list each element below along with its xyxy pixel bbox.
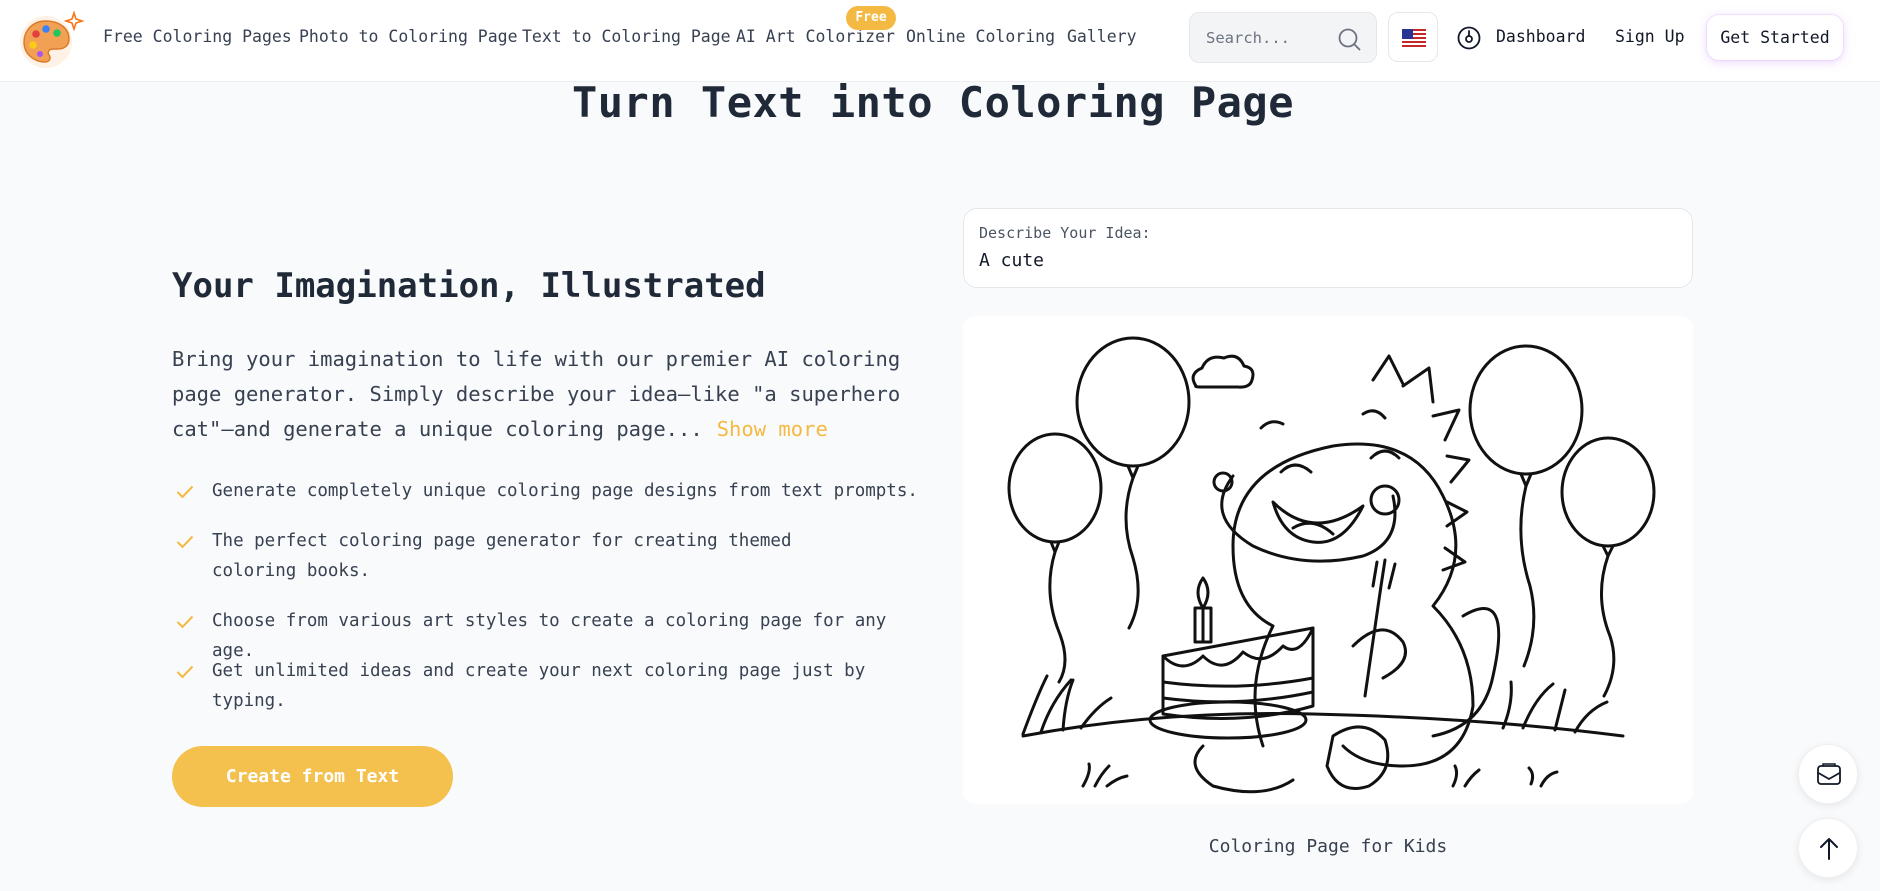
- dinosaur-coloring-illustration: [963, 316, 1693, 804]
- page-title: Turn Text into Coloring Page: [571, 78, 1294, 127]
- mail-icon: [1817, 763, 1841, 785]
- check-icon: [176, 665, 194, 679]
- feature-text: Generate completely unique coloring page…: [212, 481, 918, 501]
- nav-gallery[interactable]: Gallery: [1067, 27, 1137, 46]
- idea-input-box[interactable]: Describe Your Idea: A cute: [963, 208, 1693, 288]
- search-icon[interactable]: [1336, 26, 1362, 52]
- illustration-caption: Coloring Page for Kids: [1208, 836, 1448, 857]
- sign-up-link[interactable]: Sign Up: [1615, 27, 1685, 46]
- nav-online-coloring[interactable]: Online Coloring: [906, 27, 1055, 46]
- show-more-link[interactable]: Show more: [717, 417, 828, 441]
- back-to-top-button[interactable]: [1798, 818, 1858, 878]
- check-icon: [176, 485, 194, 499]
- feature-item: Generate completely unique coloring page…: [172, 476, 932, 506]
- feature-item: The perfect coloring page generator for …: [172, 526, 932, 586]
- nav-text-to-coloring-page[interactable]: Text to Coloring Page: [522, 27, 731, 46]
- language-selector[interactable]: [1388, 12, 1438, 62]
- create-from-text-button[interactable]: Create from Text: [172, 746, 453, 807]
- idea-label: Describe Your Idea:: [979, 224, 1151, 242]
- check-icon: [176, 615, 194, 629]
- free-badge: Free: [846, 6, 896, 30]
- nav-free-coloring-pages[interactable]: Free Coloring Pages: [103, 27, 292, 46]
- site-header: Free Coloring Pages Photo to Coloring Pa…: [0, 0, 1880, 82]
- contact-button[interactable]: [1798, 744, 1858, 804]
- idea-value[interactable]: A cute: [979, 250, 1044, 271]
- arrow-up-icon: [1820, 838, 1838, 860]
- us-flag-icon: [1402, 29, 1426, 47]
- nav-photo-to-coloring-page[interactable]: Photo to Coloring Page: [299, 27, 518, 46]
- palette-logo-icon[interactable]: [18, 8, 88, 70]
- dashboard-icon[interactable]: [1456, 25, 1482, 51]
- dashboard-link[interactable]: Dashboard: [1496, 27, 1585, 46]
- check-icon: [176, 535, 194, 549]
- feature-text: The perfect coloring page generator for …: [212, 531, 792, 581]
- get-started-button[interactable]: Get Started: [1707, 15, 1843, 60]
- feature-text: Get unlimited ideas and create your next…: [212, 661, 866, 711]
- section-title: Your Imagination, Illustrated: [172, 266, 766, 306]
- description: Bring your imagination to life with our …: [172, 342, 912, 447]
- search-input[interactable]: [1204, 26, 1334, 50]
- feature-item: Get unlimited ideas and create your next…: [172, 656, 932, 716]
- search-box: [1189, 12, 1377, 63]
